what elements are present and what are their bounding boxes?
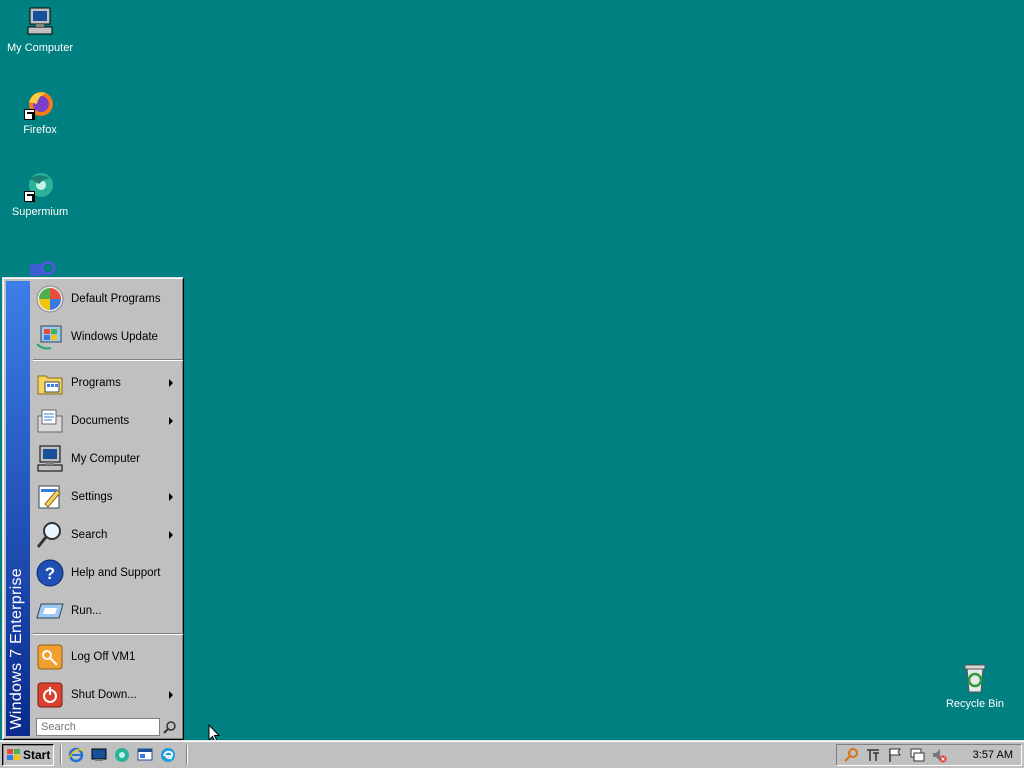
recycle-bin-icon [959, 662, 991, 694]
menu-item-label: Help and Support [71, 567, 161, 579]
desktop-icon-label: Firefox [23, 124, 57, 136]
firefox-icon [24, 88, 56, 120]
start-menu: Windows 7 Enterprise Default Programs Wi… [2, 277, 184, 740]
start-button-label: Start [23, 748, 51, 762]
shortcut-arrow-icon [24, 109, 35, 120]
system-tray: 3:57 AM [836, 744, 1022, 766]
menu-item-my-computer[interactable]: My Computer [31, 440, 181, 478]
desktop-icon-label: Recycle Bin [945, 698, 1005, 710]
windows-logo-icon [7, 749, 21, 761]
show-desktop-icon[interactable] [91, 747, 107, 763]
menu-item-windows-update[interactable]: Windows Update [31, 318, 181, 356]
supermium-icon[interactable] [114, 747, 130, 763]
menu-item-label: Shut Down... [71, 689, 137, 701]
menu-item-label: Run... [71, 605, 102, 617]
menu-item-label: Settings [71, 491, 113, 503]
documents-icon [35, 406, 65, 436]
desktop-icon-my-computer[interactable]: My Computer [0, 6, 80, 55]
start-menu-banner: Windows 7 Enterprise [6, 281, 30, 736]
menu-item-label: Log Off VM1 [71, 651, 136, 663]
help-icon: ? [35, 558, 65, 588]
desktop-icon-label: My Computer [6, 42, 74, 54]
menu-item-shut-down[interactable]: Shut Down... [31, 676, 181, 714]
desktop-icon-recycle-bin[interactable]: Recycle Bin [935, 662, 1015, 711]
start-menu-search-input[interactable] [36, 718, 160, 736]
menu-item-search[interactable]: Search [31, 516, 181, 554]
shut-down-icon [35, 680, 65, 710]
network-icon[interactable] [909, 747, 925, 763]
menu-item-label: Windows Update [71, 331, 158, 343]
search-icon [35, 520, 65, 550]
run-icon [35, 596, 65, 626]
menu-item-label: Default Programs [71, 293, 161, 305]
supermium-icon [24, 170, 56, 202]
clock[interactable]: 3:57 AM [973, 749, 1013, 761]
desktop-icon-supermium[interactable]: Supermium [0, 170, 80, 219]
menu-item-label: Programs [71, 377, 121, 389]
ime-icon[interactable] [865, 747, 881, 763]
submenu-arrow-icon [169, 691, 173, 699]
default-programs-icon [35, 284, 65, 314]
submenu-arrow-icon [169, 417, 173, 425]
submenu-arrow-icon [169, 531, 173, 539]
start-menu-banner-text: Windows 7 Enterprise [8, 568, 25, 730]
windows-update-icon [35, 322, 65, 352]
start-button[interactable]: Start [2, 744, 54, 766]
menu-item-documents[interactable]: Documents [31, 402, 181, 440]
taskbar-divider [60, 745, 62, 765]
menu-item-label: Documents [71, 415, 130, 427]
search-icon[interactable] [163, 720, 177, 734]
edge-icon[interactable] [160, 747, 176, 763]
menu-item-log-off[interactable]: Log Off VM1 [31, 638, 181, 676]
taskbar: Start 3:57 AM [0, 740, 1024, 768]
menu-item-programs[interactable]: Programs [31, 364, 181, 402]
shortcut-arrow-icon [24, 191, 35, 202]
menu-separator [33, 633, 183, 635]
flag-icon[interactable] [887, 747, 903, 763]
window-switcher-icon[interactable] [137, 747, 153, 763]
key-icon[interactable] [843, 747, 859, 763]
volume-muted-icon[interactable] [931, 747, 947, 763]
svg-text:?: ? [45, 564, 55, 583]
menu-item-default-programs[interactable]: Default Programs [31, 280, 181, 318]
settings-icon [35, 482, 65, 512]
taskbar-divider [186, 745, 188, 765]
programs-icon [35, 368, 65, 398]
submenu-arrow-icon [169, 493, 173, 501]
my-computer-icon [35, 444, 65, 474]
menu-item-run[interactable]: Run... [31, 592, 181, 630]
submenu-arrow-icon [169, 379, 173, 387]
desktop-icon-firefox[interactable]: Firefox [0, 88, 80, 137]
internet-explorer-icon[interactable] [68, 747, 84, 763]
my-computer-icon [24, 6, 56, 38]
log-off-icon [35, 642, 65, 672]
menu-item-label: My Computer [71, 453, 141, 465]
desktop-icon-label: Supermium [11, 206, 69, 218]
menu-separator [33, 359, 183, 361]
menu-item-settings[interactable]: Settings [31, 478, 181, 516]
menu-item-help-and-support[interactable]: ? Help and Support [31, 554, 181, 592]
menu-item-label: Search [71, 529, 108, 541]
